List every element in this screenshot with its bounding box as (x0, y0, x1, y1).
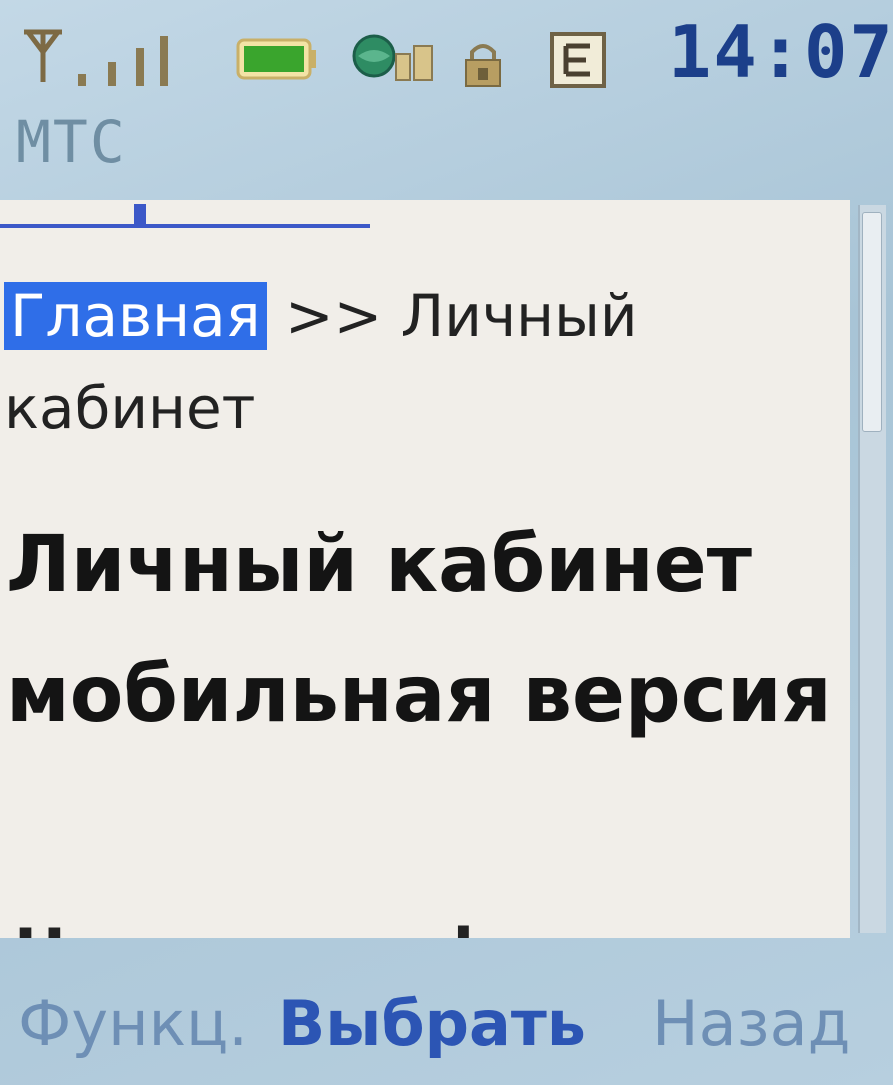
horizontal-scroll-thumb (134, 204, 146, 224)
softkey-bar: Функц. Выбрать Назад (0, 975, 893, 1075)
signal-antenna-icon (24, 29, 168, 86)
breadcrumb: Главная >> Личный кабинет (4, 270, 844, 454)
functions-softkey[interactable]: Функц. (18, 987, 248, 1060)
clock: 14:07 (668, 10, 893, 94)
vertical-scrollbar-thumb[interactable] (862, 212, 882, 432)
page-title: Личный кабинет мобильная версия (6, 520, 832, 740)
edge-network-icon (550, 32, 606, 88)
phone-screen: 14:07 МТС Главная >> Личный кабинет Личн… (0, 0, 893, 1085)
operator-name: МТС (16, 108, 127, 176)
browser-content[interactable]: Главная >> Личный кабинет Личный кабинет… (0, 200, 850, 938)
lock-icon (465, 44, 501, 87)
browser-globe-icon (352, 34, 433, 81)
horizontal-scroll-indicator (0, 224, 370, 228)
select-softkey[interactable]: Выбрать (278, 987, 586, 1060)
battery-icon (236, 38, 316, 80)
back-softkey[interactable]: Назад (652, 987, 850, 1060)
partial-next-line: Номер телефона (14, 912, 621, 938)
status-bar: 14:07 МТС (0, 0, 893, 176)
breadcrumb-home-link[interactable]: Главная (4, 282, 267, 350)
breadcrumb-separator: >> (284, 282, 383, 350)
